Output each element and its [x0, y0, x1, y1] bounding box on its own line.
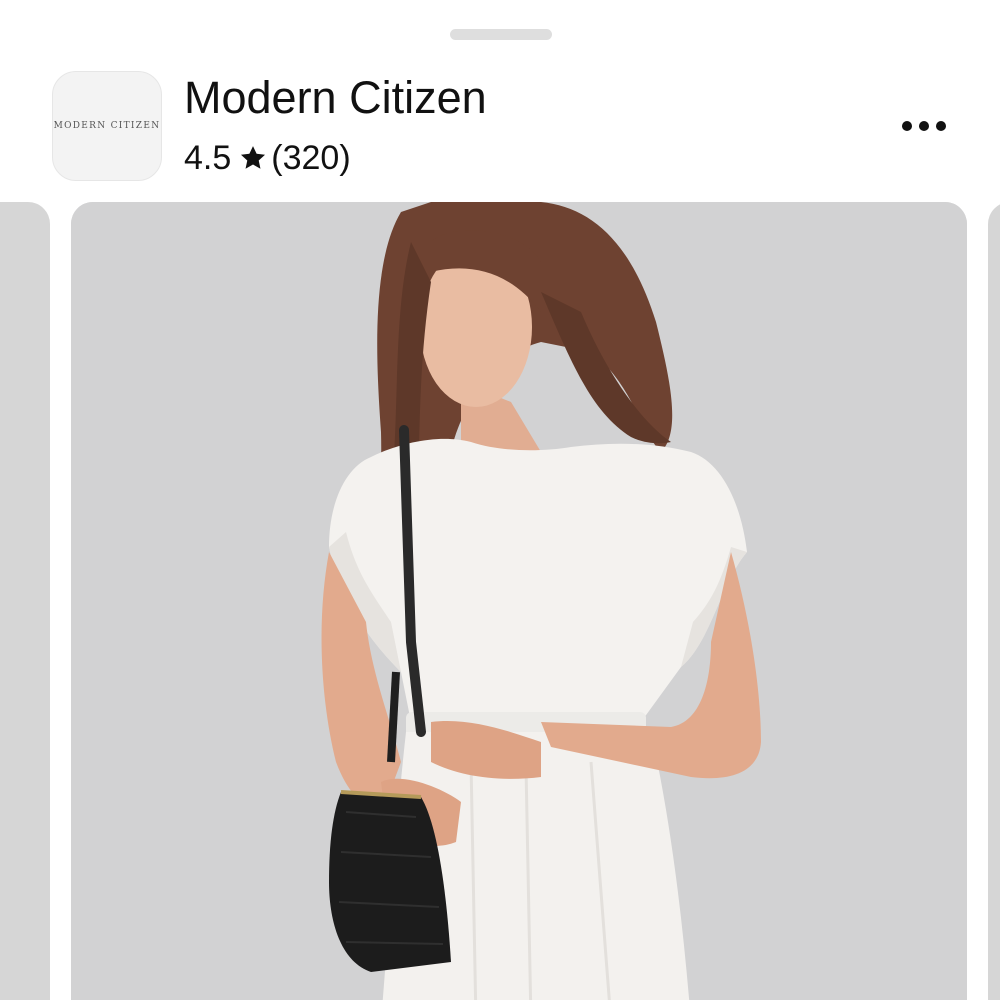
store-logo-text: MODERN CITIZEN	[53, 121, 161, 131]
star-icon	[241, 146, 266, 169]
store-rating[interactable]: 4.5 (320)	[184, 136, 351, 180]
product-image-card[interactable]	[71, 202, 967, 1000]
review-count: (320)	[271, 138, 351, 177]
store-header: MODERN CITIZEN Modern Citizen 4.5 (320)	[0, 0, 1000, 200]
rating-value: 4.5	[184, 138, 232, 177]
next-image-card[interactable]	[988, 202, 1000, 1000]
product-image-carousel[interactable]	[0, 202, 1000, 1000]
store-logo[interactable]: MODERN CITIZEN	[52, 71, 162, 181]
product-photo	[71, 202, 967, 1000]
more-options-button[interactable]	[892, 108, 956, 144]
previous-image-card[interactable]	[0, 202, 50, 1000]
more-dot	[902, 121, 912, 131]
store-name[interactable]: Modern Citizen	[184, 70, 487, 126]
more-dot	[919, 121, 929, 131]
more-dot	[936, 121, 946, 131]
